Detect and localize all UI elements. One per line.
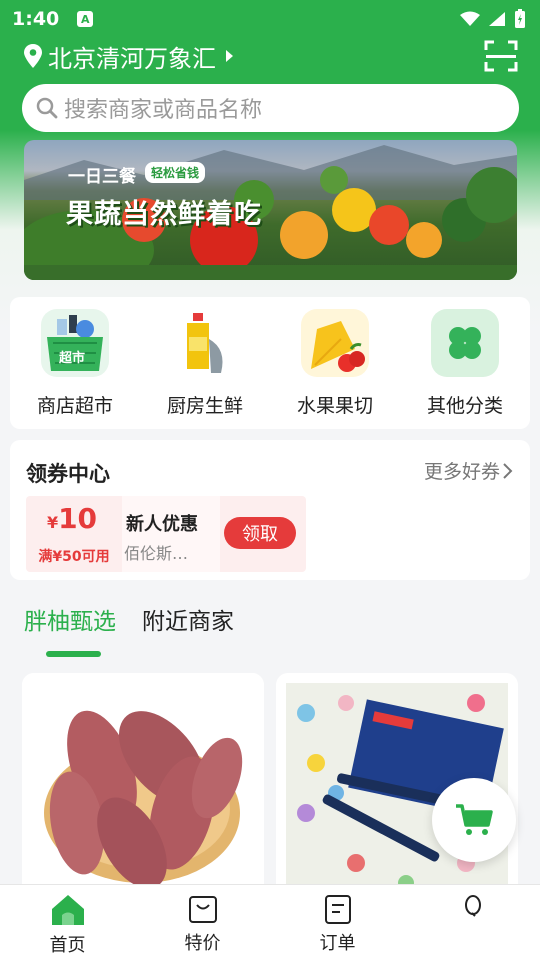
more-coupons-link[interactable]: 更多好券 xyxy=(424,457,514,484)
coupon-item: ¥10 满¥50可用 新人优惠 佰伦斯… 领取 xyxy=(26,496,306,572)
nav-label: 特价 xyxy=(184,933,221,954)
location-name: 北京清河万象汇 xyxy=(48,44,216,73)
signal-icon xyxy=(489,12,505,26)
notification-a-icon: A xyxy=(77,11,94,27)
supermarket-basket-icon: 超市 xyxy=(41,309,109,377)
bottom-nav: 首页 特价 订单 xyxy=(0,884,540,960)
clover-grid-icon xyxy=(431,309,499,377)
product-card[interactable] xyxy=(22,673,264,913)
banner-tag: 轻松省钱 xyxy=(145,162,206,183)
category-label: 其他分类 xyxy=(426,395,503,417)
search-placeholder: 搜索商家或商品名称 xyxy=(64,98,263,123)
tab-selected-picks[interactable]: 胖柚甄选 xyxy=(24,602,116,636)
tab-indicator xyxy=(46,651,101,657)
battery-icon xyxy=(515,9,525,28)
search-bar[interactable]: 搜索商家或商品名称 xyxy=(22,84,519,132)
coupon-name: 新人优惠 xyxy=(126,514,198,535)
scan-icon[interactable] xyxy=(484,40,518,72)
nav-item-profile[interactable] xyxy=(405,885,540,960)
category-item-fruit[interactable]: 水果果切 xyxy=(275,309,395,429)
coupon-center: 领券中心 更多好券 ¥10 满¥50可用 新人优惠 佰伦斯… 领取 xyxy=(10,440,530,580)
search-icon xyxy=(36,97,58,119)
nav-item-orders[interactable]: 订单 xyxy=(270,885,405,960)
coupon-currency: ¥ xyxy=(46,513,59,532)
feed-tabs: 胖柚甄选 附近商家 xyxy=(24,602,234,636)
claim-coupon-button[interactable]: 领取 xyxy=(224,517,296,549)
caret-right-icon xyxy=(226,50,233,62)
chevron-right-icon xyxy=(503,462,513,479)
category-label: 水果果切 xyxy=(296,395,373,417)
coupon-condition: 满¥50可用 xyxy=(38,549,110,565)
category-grid: 超市 商店超市 厨房生鲜 水果果切 其他分类 xyxy=(10,297,530,429)
category-label: 商店超市 xyxy=(36,395,113,417)
banner-title: 果蔬当然鲜着吃 xyxy=(66,199,262,230)
category-item-supermarket[interactable]: 超市 商店超市 xyxy=(15,309,135,429)
category-label: 厨房生鲜 xyxy=(166,395,243,417)
nav-label: 首页 xyxy=(49,935,86,956)
nav-item-deals[interactable]: 特价 xyxy=(135,885,270,960)
cart-button[interactable] xyxy=(432,778,516,862)
nav-label: 订单 xyxy=(319,933,356,954)
category-item-kitchen-fresh[interactable]: 厨房生鲜 xyxy=(145,309,265,429)
order-icon xyxy=(324,895,351,924)
category-item-other[interactable]: 其他分类 xyxy=(405,309,525,429)
coupon-shop: 佰伦斯… xyxy=(124,544,189,563)
coupon-amount: ¥10 xyxy=(26,502,118,535)
coupon-center-title: 领券中心 xyxy=(26,462,110,486)
status-time: 1:40 xyxy=(12,8,60,30)
coupon-value: 10 xyxy=(58,502,98,535)
oil-fish-icon xyxy=(171,309,239,377)
supermarket-badge: 超市 xyxy=(59,351,86,366)
home-icon xyxy=(51,895,84,925)
fruit-icon xyxy=(301,309,369,377)
status-bar: 1:40 A xyxy=(0,0,540,38)
more-coupons-label: 更多好券 xyxy=(423,461,500,483)
cart-icon xyxy=(456,804,493,835)
nav-item-home[interactable]: 首页 xyxy=(0,885,135,960)
banner-subtitle: 一日三餐 xyxy=(68,167,136,187)
promo-banner[interactable]: 一日三餐 轻松省钱 果蔬当然鲜着吃 xyxy=(24,140,517,280)
location-pin-icon xyxy=(24,44,42,68)
profile-icon xyxy=(464,895,481,917)
status-icons xyxy=(460,9,526,29)
tab-nearby-shops[interactable]: 附近商家 xyxy=(142,602,234,636)
product-image-sweet-potatoes xyxy=(22,673,264,913)
bag-icon xyxy=(188,896,217,923)
wifi-icon xyxy=(460,11,480,26)
location-selector[interactable]: 北京清河万象汇 xyxy=(24,40,233,73)
